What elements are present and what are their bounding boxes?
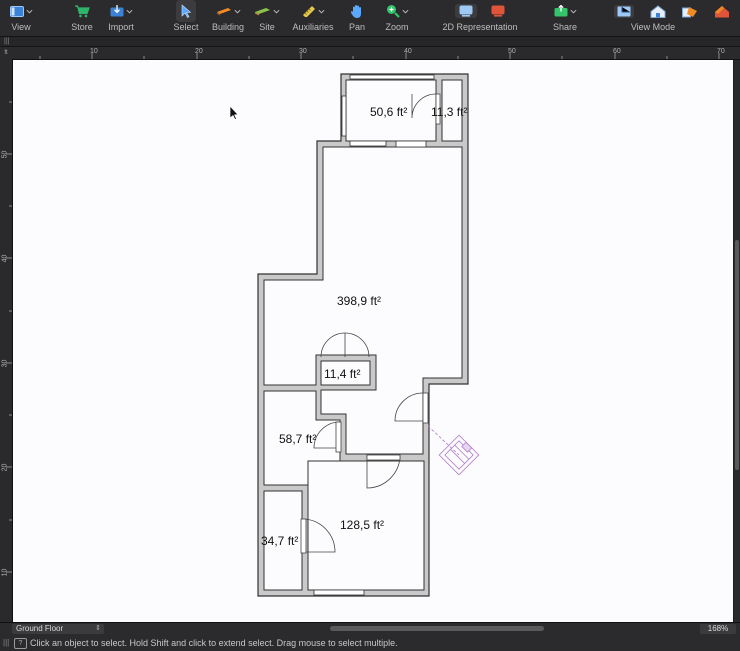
camera-object[interactable]	[427, 425, 480, 476]
ruler-label: 10	[90, 48, 98, 55]
store-tool[interactable]: Store	[70, 0, 94, 36]
ruler-label: 30	[299, 48, 307, 55]
room-area-label: 50,6 ft²	[370, 105, 407, 119]
view-tool[interactable]: View	[8, 0, 34, 36]
ruler-unit: ft	[0, 47, 12, 59]
share-tool[interactable]: Share	[550, 0, 580, 36]
ruler-label: 20	[195, 48, 203, 55]
ruler-label: 70	[717, 48, 725, 55]
site-label: Site	[259, 22, 275, 32]
hand-icon	[350, 4, 361, 18]
room-area-label: 398,9 ft²	[337, 294, 381, 308]
chevron-down-icon	[26, 9, 32, 14]
room-area-label: 58,7 ft²	[279, 432, 316, 446]
horizontal-scrollbar[interactable]	[330, 626, 544, 631]
floorplan-canvas[interactable]: 50,6 ft² 11,3 ft² 398,9 ft² 11,4 ft² 58,…	[13, 60, 733, 622]
view-3d-icon[interactable]	[491, 5, 505, 17]
site-tool[interactable]: Site	[252, 0, 282, 36]
select-label: Select	[173, 22, 199, 32]
view-mode-tool[interactable]: View Mode	[610, 0, 734, 36]
perspective-house-icon[interactable]	[714, 5, 730, 18]
vertical-scrollbar[interactable]	[734, 60, 740, 622]
mouse-cursor-icon	[229, 105, 239, 120]
ruler-label: 20	[1, 463, 9, 472]
auxiliaries-label: Auxiliaries	[292, 22, 334, 32]
floorplan-icon	[617, 6, 631, 16]
import-label: Import	[108, 22, 134, 32]
share-label: Share	[552, 22, 578, 32]
wall-icon	[216, 8, 231, 16]
zoom-level[interactable]: 168%	[700, 624, 736, 634]
room-area-label: 11,4 ft²	[324, 367, 360, 381]
view-icon	[9, 5, 24, 17]
floor-select-value: Ground Floor	[16, 624, 64, 633]
house-icon[interactable]	[650, 4, 666, 18]
auxiliaries-tool[interactable]: Auxiliaries	[292, 0, 334, 36]
ruler-label: 30	[1, 359, 9, 368]
help-icon[interactable]: ?	[14, 638, 27, 649]
store-label: Store	[71, 22, 93, 32]
view-label: View	[11, 22, 31, 32]
secondary-strip: |||	[0, 37, 740, 47]
view-mode-label: View Mode	[630, 22, 676, 32]
plan-2d-icon	[459, 5, 473, 17]
ruler-label: 50	[1, 150, 9, 159]
view-mode-plan-button[interactable]	[614, 4, 634, 18]
elevation-icon[interactable]	[682, 5, 698, 18]
floor-select[interactable]: Ground Floor ⇕	[12, 624, 104, 634]
representation-label: 2D Representation	[442, 22, 518, 32]
room-area-label: 11,3 ft²	[431, 105, 467, 119]
pan-label: Pan	[348, 22, 365, 32]
ruler-label: 50	[508, 48, 516, 55]
ruler-label: 40	[404, 48, 412, 55]
vertical-ruler: 50 40 30 20 10	[0, 59, 13, 622]
import-tool[interactable]: Import	[106, 0, 136, 36]
main-toolbar: View Store Import Select Building Site A…	[0, 0, 740, 37]
chevron-down-icon	[402, 9, 408, 14]
pointer-arrow-icon	[181, 4, 192, 18]
chevron-down-icon	[234, 9, 240, 14]
representation-2d-button[interactable]	[455, 4, 477, 18]
status-message: Click an object to select. Hold Shift an…	[30, 638, 398, 648]
chevron-down-icon	[570, 9, 576, 14]
floorplan-drawing[interactable]: 50,6 ft² 11,3 ft² 398,9 ft² 11,4 ft² 58,…	[13, 60, 733, 622]
updown-arrows-icon: ⇕	[95, 625, 101, 632]
scroll-thumb[interactable]	[735, 240, 739, 470]
chevron-down-icon	[318, 9, 324, 14]
grip-icon[interactable]: |||	[3, 638, 9, 647]
terrain-icon	[255, 8, 270, 16]
ruler-label: 10	[1, 568, 9, 577]
ruler-ticks-horizontal	[39, 53, 720, 59]
room-area-label: 128,5 ft²	[340, 518, 384, 532]
floor-bar: Ground Floor ⇕ 168%	[0, 622, 740, 635]
magnifier-icon	[386, 5, 400, 18]
select-tool[interactable]: Select	[170, 0, 202, 36]
chevron-down-icon	[126, 9, 132, 14]
horizontal-ruler: 10 20 30 40 50 60 70	[12, 47, 740, 60]
grip-icon[interactable]: |||	[4, 38, 9, 45]
ruler-label: 40	[1, 254, 9, 263]
ruler-label: 60	[613, 48, 621, 55]
status-bar: ||| ? Click an object to select. Hold Sh…	[0, 635, 740, 651]
measure-icon	[302, 6, 315, 17]
representation-tool[interactable]: 2D Representation	[440, 0, 520, 36]
zoom-label: Zoom	[385, 22, 409, 32]
building-tool[interactable]: Building	[210, 0, 246, 36]
import-icon	[110, 5, 123, 17]
chevron-down-icon	[273, 9, 280, 14]
cart-icon	[75, 5, 90, 18]
share-icon	[554, 5, 567, 17]
pan-tool[interactable]: Pan	[346, 0, 368, 36]
ruler-ticks-vertical	[6, 101, 12, 573]
room-area-label: 34,7 ft²	[261, 534, 298, 548]
building-label: Building	[211, 22, 245, 32]
zoom-tool[interactable]: Zoom	[382, 0, 412, 36]
